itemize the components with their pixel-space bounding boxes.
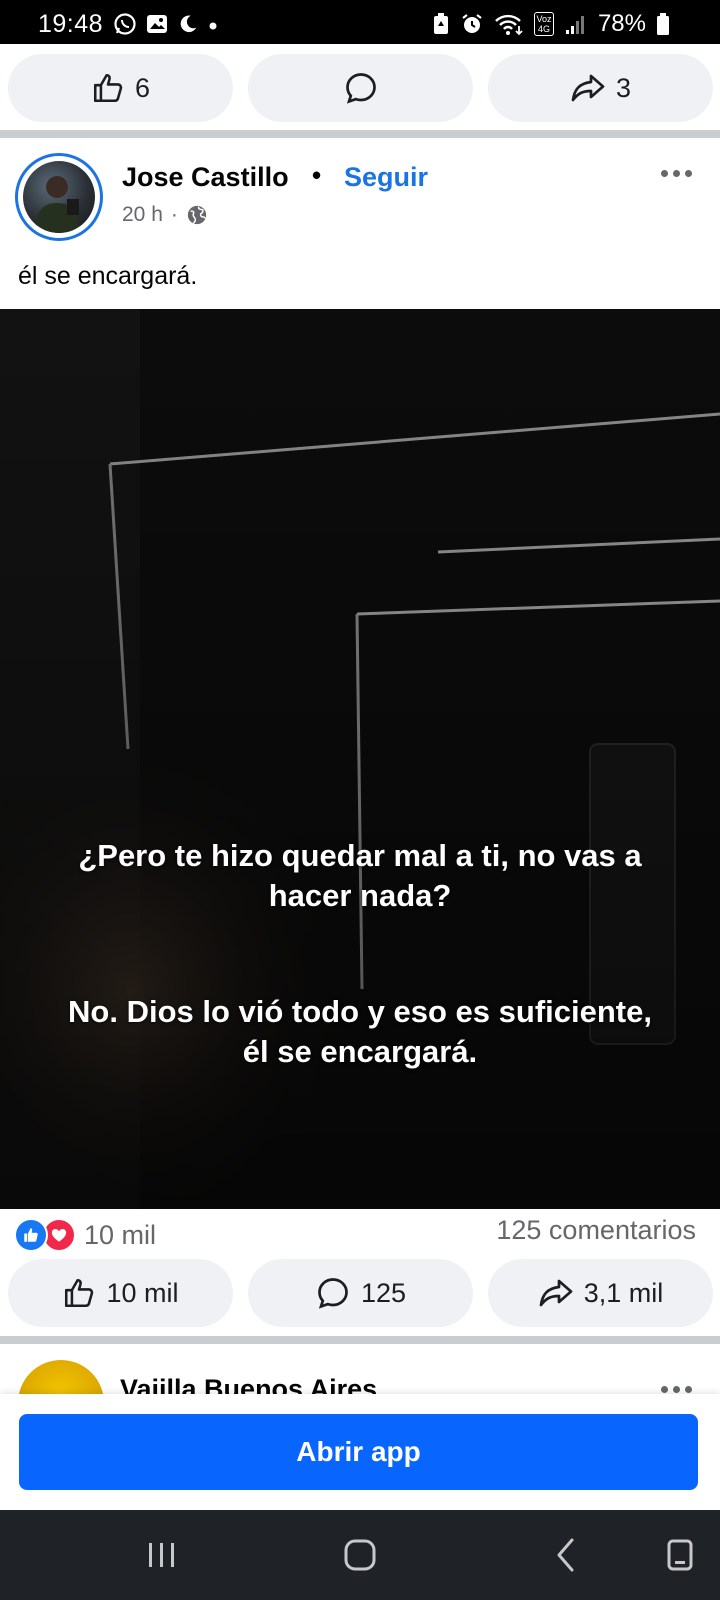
prev-share-button[interactable]: 3 [488, 54, 713, 122]
post-time[interactable]: 20 h [122, 203, 163, 227]
globe-icon [187, 205, 207, 225]
author-separator: • [312, 160, 322, 190]
network-top-label: Voz [536, 14, 552, 24]
post-divider [0, 1336, 720, 1344]
status-right-icons: Voz 4G 78% [432, 10, 670, 38]
like-icon [65, 1278, 94, 1308]
more-dot-icon [685, 170, 692, 177]
status-left-icons [113, 12, 219, 36]
more-dot-icon [661, 1386, 668, 1393]
share-icon [539, 1279, 573, 1307]
like-reaction-icon [14, 1218, 48, 1252]
dot-icon [209, 22, 217, 30]
volte-4g-icon: Voz 4G [533, 12, 554, 36]
like-button[interactable]: 10 mil [8, 1259, 233, 1327]
meta-separator: · [170, 203, 178, 226]
home-button[interactable] [318, 1510, 402, 1600]
share-count: 3,1 mil [583, 1277, 664, 1308]
system-nav-bar [0, 1510, 720, 1600]
prev-comment-button[interactable] [248, 54, 473, 122]
prev-share-count: 3 [615, 72, 632, 103]
comment-button[interactable]: 125 [248, 1259, 473, 1327]
battery-icon [657, 13, 669, 35]
share-button[interactable]: 3,1 mil [488, 1259, 713, 1327]
next-post-more-options-button[interactable] [661, 1386, 692, 1393]
reaction-count: 10 mil [84, 1219, 157, 1250]
follow-button[interactable]: Seguir [344, 162, 428, 193]
comment-icon [345, 73, 376, 104]
comment-count: 125 [360, 1277, 407, 1308]
post-more-options-button[interactable] [661, 170, 692, 177]
post-video[interactable]: ¿Pero te hizo quedar mal a ti, no vas a … [0, 309, 720, 1209]
moon-icon [180, 15, 197, 33]
status-bar: 19:48 Voz 4G 78% [0, 0, 720, 44]
wifi-icon [495, 14, 523, 36]
post-author-name[interactable]: Jose Castillo [122, 162, 289, 193]
network-bottom-label: 4G [537, 24, 550, 34]
prev-like-button[interactable]: 6 [8, 54, 233, 122]
back-button[interactable] [524, 1510, 608, 1600]
share-icon [571, 74, 605, 102]
video-subtitle-answer: No. Dios lo vió todo y eso es suficiente… [68, 994, 652, 1069]
video-subtitle-question: ¿Pero te hizo quedar mal a ti, no vas a … [78, 838, 642, 913]
like-count: 10 mil [106, 1277, 179, 1308]
signal-icon [565, 16, 584, 34]
keyboard-toggle-button[interactable] [640, 1510, 720, 1600]
back-icon [557, 1538, 574, 1572]
recents-icon [149, 1543, 174, 1567]
post-caption: él se encargará. [18, 262, 198, 290]
prev-like-count: 6 [134, 72, 151, 103]
avatar-photo [23, 161, 95, 233]
more-dot-icon [673, 170, 680, 177]
keyboard-icon [667, 1539, 693, 1571]
post-meta: 20 h · [122, 203, 208, 227]
post-divider [0, 130, 720, 138]
open-app-button[interactable]: Abrir app [19, 1414, 698, 1490]
battery-percent: 78% [597, 10, 646, 37]
more-dot-icon [685, 1386, 692, 1393]
battery-saver-icon [433, 13, 448, 34]
whatsapp-icon [114, 13, 136, 35]
gallery-icon [147, 15, 167, 33]
reactions-summary[interactable]: 10 mil [14, 1218, 156, 1252]
comments-count-link[interactable]: 125 comentarios [496, 1215, 696, 1246]
comment-icon [318, 1278, 348, 1309]
like-icon [93, 73, 123, 103]
video-frame [0, 309, 720, 1209]
open-app-bar: Abrir app [0, 1394, 720, 1510]
author-avatar[interactable] [15, 153, 103, 241]
recents-button[interactable] [120, 1510, 204, 1600]
home-icon [344, 1539, 376, 1571]
more-dot-icon [673, 1386, 680, 1393]
alarm-icon [462, 14, 482, 33]
status-time: 19:48 [38, 10, 104, 38]
more-dot-icon [661, 170, 668, 177]
